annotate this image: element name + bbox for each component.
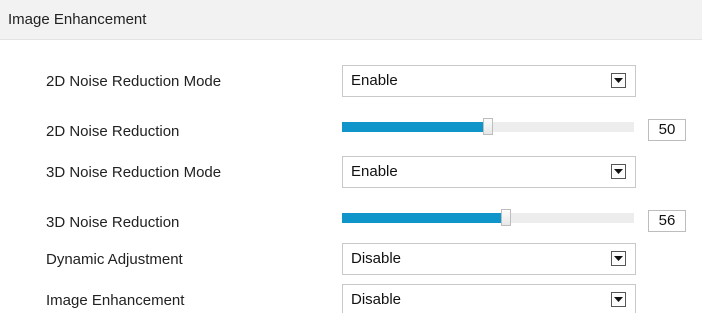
select-value: Disable [351,250,402,267]
dynamic-adjustment-select[interactable]: Disable [342,243,636,275]
2d-noise-reduction-mode-select[interactable]: Enable [342,65,636,97]
setting-row-2d-noise-reduction: 2D Noise Reduction 50 [0,115,702,149]
slider-handle[interactable] [483,118,493,135]
3d-noise-reduction-mode-select[interactable]: Enable [342,156,636,188]
setting-label: Image Enhancement [46,292,185,309]
3d-noise-reduction-slider[interactable] [342,209,634,226]
select-value: Enable [351,163,398,180]
setting-row-image-enhancement: Image Enhancement Disable [0,284,702,313]
section-header: Image Enhancement [0,0,702,40]
setting-row-3d-noise-reduction: 3D Noise Reduction 56 [0,206,702,240]
slider-fill [342,122,488,132]
setting-label: 2D Noise Reduction [46,123,180,140]
select-value: Disable [351,291,402,308]
select-value: Enable [351,72,398,89]
setting-row-2d-noise-reduction-mode: 2D Noise Reduction Mode Enable [0,65,702,99]
setting-label: 3D Noise Reduction [46,214,180,231]
slider-handle[interactable] [500,209,511,226]
image-enhancement-select[interactable]: Disable [342,284,636,313]
chevron-down-icon[interactable] [611,73,626,88]
setting-label: 2D Noise Reduction Mode [46,73,222,90]
chevron-down-icon[interactable] [611,251,626,266]
setting-row-dynamic-adjustment: Dynamic Adjustment Disable [0,243,702,277]
image-enhancement-panel: Image Enhancement 2D Noise Reduction Mod… [0,0,702,313]
chevron-down-icon[interactable] [611,164,626,179]
3d-noise-reduction-value[interactable]: 56 [648,210,686,232]
2d-noise-reduction-slider[interactable] [342,118,634,135]
slider-fill [342,213,506,223]
chevron-down-icon[interactable] [611,292,626,307]
setting-label: 3D Noise Reduction Mode [46,164,222,181]
2d-noise-reduction-value[interactable]: 50 [648,119,686,141]
section-title: Image Enhancement [8,11,147,28]
setting-row-3d-noise-reduction-mode: 3D Noise Reduction Mode Enable [0,156,702,190]
setting-label: Dynamic Adjustment [46,251,183,268]
